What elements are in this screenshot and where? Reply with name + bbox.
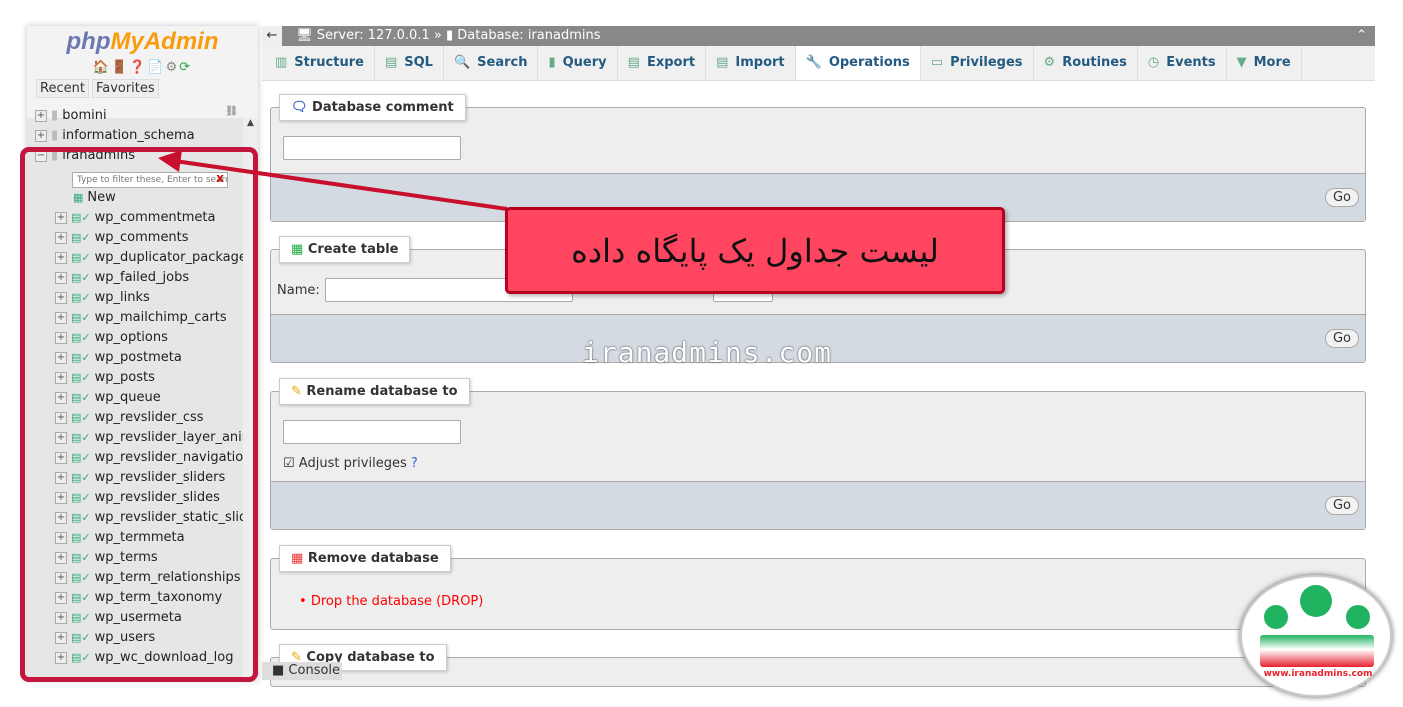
annotation-callout: لیست جداول یک پایگاه داده (505, 207, 1005, 294)
watermark: iranadmins.com (582, 336, 833, 369)
iranadmins-logo: www.iranadmins.com (1240, 575, 1392, 697)
